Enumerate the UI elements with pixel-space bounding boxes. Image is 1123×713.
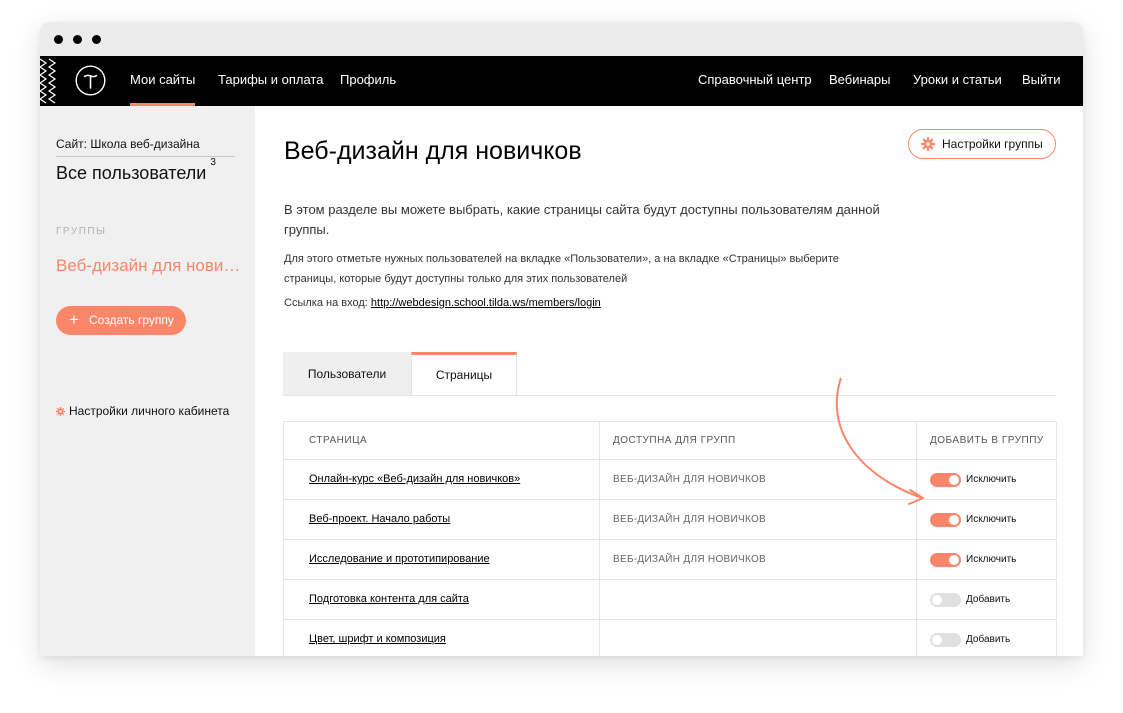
table-row: Цвет, шрифт и композиция Добавить	[284, 620, 1057, 656]
page-link[interactable]: Цвет, шрифт и композиция	[309, 633, 446, 645]
site-label: Сайт: Школа веб-дизайна	[56, 137, 235, 157]
page-cell: Онлайн-курс «Веб-дизайн для новичков»	[284, 460, 600, 499]
page-title: Веб-дизайн для новичков	[284, 137, 582, 165]
table-row: Онлайн-курс «Веб-дизайн для новичков» ВЕ…	[284, 460, 1057, 500]
all-users-label: Все пользователи	[56, 163, 207, 183]
nav-my-sites[interactable]: Мои сайты	[130, 56, 196, 106]
page-link[interactable]: Исследование и прототипирование	[309, 553, 490, 565]
tab-pages[interactable]: Страницы	[411, 352, 517, 396]
toggle-label: Исключить	[966, 514, 1017, 525]
gear-icon	[921, 137, 935, 151]
page-link[interactable]: Подготовка контента для сайта	[309, 593, 469, 605]
toggle-label: Добавить	[966, 594, 1011, 605]
groups-cell	[600, 580, 917, 619]
nav-pricing[interactable]: Тарифы и оплата	[218, 56, 323, 106]
table-row: Исследование и прототипирование ВЕБ-ДИЗА…	[284, 540, 1057, 580]
plus-icon: +	[69, 310, 79, 329]
window-titlebar	[40, 22, 1083, 56]
description-text: В этом разделе вы можете выбрать, какие …	[284, 202, 880, 237]
login-url-link[interactable]: http://webdesign.school.tilda.ws/members…	[371, 297, 601, 309]
groups-cell: ВЕБ-ДИЗАЙН ДЛЯ НОВИЧКОВ	[600, 460, 917, 499]
page-cell: Подготовка контента для сайта	[284, 580, 600, 619]
toggle-label: Добавить	[966, 634, 1011, 645]
login-label: Ссылка на вход:	[284, 297, 368, 309]
login-line: Ссылка на вход: http://webdesign.school.…	[284, 297, 601, 309]
page-link[interactable]: Онлайн-курс «Веб-дизайн для новичков»	[309, 473, 520, 485]
page-cell: Исследование и прототипирование	[284, 540, 600, 579]
groups-cell: ВЕБ-ДИЗАЙН ДЛЯ НОВИЧКОВ	[600, 540, 917, 579]
tabs-divider	[283, 395, 1056, 396]
groups-cell: ВЕБ-ДИЗАЙН ДЛЯ НОВИЧКОВ	[600, 500, 917, 539]
group-toggle[interactable]	[930, 513, 961, 527]
page-cell: Веб-проект. Начало работы	[284, 500, 600, 539]
groups-heading: ГРУППЫ	[56, 226, 107, 237]
group-toggle[interactable]	[930, 633, 961, 647]
users-count: 3	[210, 157, 216, 168]
group-toggle[interactable]	[930, 473, 961, 487]
nav-webinars[interactable]: Вебинары	[829, 56, 890, 106]
column-header-groups: ДОСТУПНА ДЛЯ ГРУПП	[600, 422, 917, 459]
cabinet-settings-link[interactable]: Настройки личного кабинета	[56, 404, 229, 418]
toggle-knob	[949, 475, 959, 485]
window-dot-icon	[92, 35, 101, 44]
table-row: Подготовка контента для сайта Добавить	[284, 580, 1057, 620]
toggle-cell: Исключить	[917, 460, 1057, 499]
all-users-link[interactable]: Все пользователи3	[56, 157, 216, 184]
page-cell: Цвет, шрифт и композиция	[284, 620, 600, 656]
gear-icon	[56, 407, 65, 416]
column-header-add: ДОБАВИТЬ В ГРУППУ	[917, 422, 1057, 459]
tab-users[interactable]: Пользователи	[283, 352, 411, 396]
group-toggle[interactable]	[930, 593, 961, 607]
cabinet-settings-label: Настройки личного кабинета	[69, 404, 230, 418]
toggle-cell: Добавить	[917, 620, 1057, 656]
toggle-cell: Исключить	[917, 500, 1057, 539]
nav-profile[interactable]: Профиль	[340, 56, 396, 106]
top-navigation: Мои сайты Тарифы и оплата Профиль Справо…	[40, 56, 1083, 106]
toggle-knob	[949, 515, 959, 525]
toggle-label: Исключить	[966, 554, 1017, 565]
create-group-label: Создать группу	[89, 313, 174, 327]
table-header-row: СТРАНИЦА ДОСТУПНА ДЛЯ ГРУПП ДОБАВИТЬ В Г…	[284, 422, 1057, 460]
sidebar-group-item[interactable]: Веб-дизайн для новичков	[56, 256, 241, 276]
toggle-knob	[949, 555, 959, 565]
table-row: Веб-проект. Начало работы ВЕБ-ДИЗАЙН ДЛЯ…	[284, 500, 1057, 540]
tilda-logo-icon[interactable]	[75, 65, 106, 96]
page-link[interactable]: Веб-проект. Начало работы	[309, 513, 450, 525]
toggle-knob	[932, 635, 942, 645]
sidebar: Сайт: Школа веб-дизайна Все пользователи…	[40, 106, 255, 656]
group-settings-button[interactable]: Настройки группы	[908, 129, 1056, 159]
browser-window: Мои сайты Тарифы и оплата Профиль Справо…	[40, 22, 1083, 656]
hint-text: Для этого отметьте нужных пользователей …	[284, 253, 839, 285]
create-group-button[interactable]: + Создать группу	[56, 306, 186, 335]
zigzag-decoration-icon	[40, 58, 57, 104]
nav-help-center[interactable]: Справочный центр	[698, 56, 812, 106]
main-content: Веб-дизайн для новичков Настройки группы…	[255, 106, 1083, 656]
window-dot-icon	[54, 35, 63, 44]
window-dot-icon	[73, 35, 82, 44]
column-header-page: СТРАНИЦА	[284, 422, 600, 459]
group-toggle[interactable]	[930, 553, 961, 567]
toggle-cell: Исключить	[917, 540, 1057, 579]
toggle-knob	[932, 595, 942, 605]
groups-cell	[600, 620, 917, 656]
toggle-cell: Добавить	[917, 580, 1057, 619]
group-settings-label: Настройки группы	[942, 137, 1043, 151]
toggle-label: Исключить	[966, 474, 1017, 485]
pages-table: СТРАНИЦА ДОСТУПНА ДЛЯ ГРУПП ДОБАВИТЬ В Г…	[283, 421, 1057, 656]
nav-logout[interactable]: Выйти	[1022, 56, 1061, 106]
nav-lessons[interactable]: Уроки и статьи	[913, 56, 1002, 106]
